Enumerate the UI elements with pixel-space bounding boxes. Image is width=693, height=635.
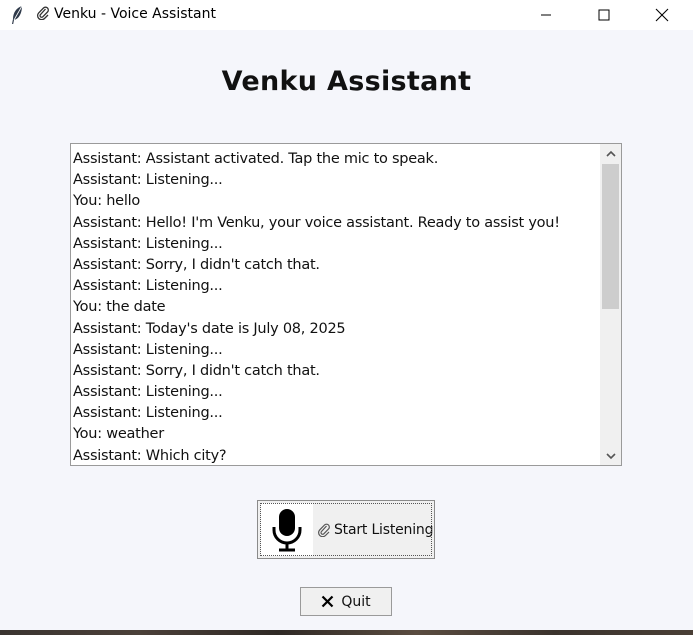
log-line: Assistant: Listening... (73, 384, 223, 401)
scroll-thumb[interactable] (602, 164, 619, 309)
paperclip-icon (36, 6, 49, 20)
quit-label: Quit (341, 593, 371, 610)
scroll-up-button[interactable] (600, 144, 621, 162)
log-line: Assistant: Listening... (73, 235, 223, 252)
log-line: You: hello (73, 193, 141, 210)
log-line: Assistant: Sorry, I didn't catch that. (73, 362, 320, 379)
chevron-up-icon (605, 150, 616, 157)
window-title: Venku - Voice Assistant (36, 6, 216, 22)
microphone-icon (272, 508, 302, 551)
log-lines: Assistant: Assistant activated. Tap the … (73, 149, 598, 465)
feather-icon (12, 5, 23, 24)
quit-button[interactable]: Quit (300, 587, 392, 616)
conversation-log[interactable]: Assistant: Assistant activated. Tap the … (70, 143, 622, 466)
minimize-icon (541, 14, 551, 16)
chevron-down-icon (605, 452, 616, 459)
x-icon (322, 595, 334, 608)
log-line: You: the date (73, 299, 166, 316)
log-line: Assistant: Hello! I'm Venku, your voice … (73, 214, 560, 231)
log-line: Assistant: Which city? (73, 447, 227, 464)
start-listening-button[interactable]: Start Listening (257, 500, 435, 559)
log-line: Assistant: Assistant activated. Tap the … (73, 151, 439, 167)
minimize-button[interactable] (517, 0, 575, 30)
paperclip-icon (318, 523, 330, 537)
log-line: Assistant: Listening... (73, 278, 223, 295)
maximize-icon (598, 9, 610, 21)
scroll-down-button[interactable] (600, 447, 621, 465)
log-line: You: weather (73, 426, 164, 443)
app-window: Venku - Voice Assistant Venku Assistant … (0, 0, 693, 635)
log-line: Assistant: Listening... (73, 341, 223, 358)
start-listening-text: Start Listening (334, 521, 434, 538)
mic-image (261, 503, 313, 556)
close-icon (655, 8, 669, 22)
log-line: Assistant: Listening... (73, 172, 223, 189)
desktop-background-strip (0, 630, 693, 635)
start-listening-label: Start Listening (317, 522, 433, 538)
log-scrollbar[interactable] (600, 144, 621, 465)
log-line: Assistant: Sorry, I didn't catch that. (73, 256, 320, 273)
title-bar[interactable]: Venku - Voice Assistant (0, 0, 693, 30)
maximize-button[interactable] (575, 0, 633, 30)
page-title: Venku Assistant (221, 66, 472, 97)
log-line: Assistant: Today's date is July 08, 2025 (73, 320, 346, 337)
window-title-text: Venku - Voice Assistant (54, 6, 216, 22)
close-button[interactable] (633, 0, 691, 30)
log-line: Assistant: Listening... (73, 405, 223, 422)
